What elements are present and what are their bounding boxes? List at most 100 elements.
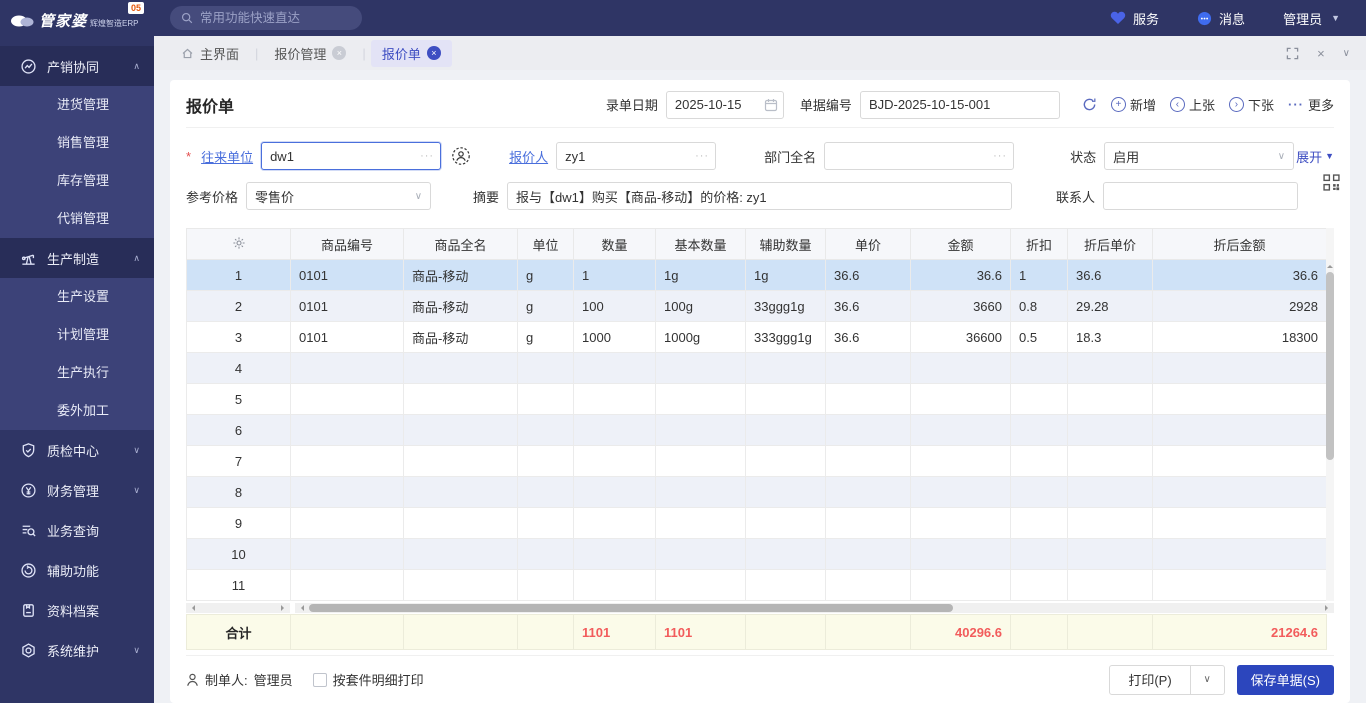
sidebar-item-1[interactable]: 生产制造∧ xyxy=(0,238,154,278)
cell-qty[interactable]: 1000 xyxy=(574,322,656,353)
cell-disc_price[interactable] xyxy=(1068,415,1153,446)
cell-discount[interactable] xyxy=(1011,415,1068,446)
column-header[interactable]: 基本数量 xyxy=(656,229,746,260)
cell-unit[interactable]: g xyxy=(518,260,574,291)
cell-discount[interactable] xyxy=(1011,570,1068,601)
contact-input[interactable] xyxy=(1103,182,1298,210)
cell-disc_price[interactable]: 36.6 xyxy=(1068,260,1153,291)
row-number-cell[interactable]: 3 xyxy=(187,322,291,353)
sidebar-subitem[interactable]: 委外加工 xyxy=(0,392,154,430)
expand-form-link[interactable]: 展开 ▼ xyxy=(1296,147,1334,166)
row-number-cell[interactable]: 4 xyxy=(187,353,291,384)
cell-base_qty[interactable] xyxy=(656,446,746,477)
new-record-button[interactable]: + 新增 xyxy=(1111,95,1156,114)
fullscreen-icon[interactable] xyxy=(1286,47,1299,60)
cell-disc_price[interactable] xyxy=(1068,539,1153,570)
cell-code[interactable] xyxy=(291,539,404,570)
sidebar-subitem[interactable]: 生产设置 xyxy=(0,278,154,316)
row-number-cell[interactable]: 9 xyxy=(187,508,291,539)
cell-code[interactable]: 0101 xyxy=(291,260,404,291)
cell-discount[interactable] xyxy=(1011,446,1068,477)
column-header[interactable]: 折扣 xyxy=(1011,229,1068,260)
column-settings-icon[interactable] xyxy=(187,229,291,260)
cell-disc_amount[interactable]: 36.6 xyxy=(1153,260,1327,291)
cell-amount[interactable] xyxy=(911,446,1011,477)
tab-close-icon[interactable]: × xyxy=(427,46,441,60)
cell-disc_price[interactable] xyxy=(1068,508,1153,539)
cell-name[interactable] xyxy=(404,415,518,446)
vertical-scrollbar[interactable] xyxy=(1326,228,1334,601)
cell-price[interactable] xyxy=(826,477,911,508)
cell-price[interactable]: 36.6 xyxy=(826,260,911,291)
cell-base_qty[interactable] xyxy=(656,508,746,539)
cell-discount[interactable]: 0.8 xyxy=(1011,291,1068,322)
sidebar-item-2[interactable]: 质检中心∨ xyxy=(0,430,154,470)
sidebar-item-3[interactable]: 财务管理∨ xyxy=(0,470,154,510)
partner-contact-icon[interactable] xyxy=(451,146,471,166)
sidebar-item-5[interactable]: 辅助功能 xyxy=(0,550,154,590)
cell-qty[interactable] xyxy=(574,539,656,570)
kit-print-checkbox[interactable] xyxy=(313,673,327,687)
cell-qty[interactable] xyxy=(574,384,656,415)
cell-aux_qty[interactable] xyxy=(746,353,826,384)
cell-amount[interactable] xyxy=(911,477,1011,508)
column-header[interactable]: 折后金额 xyxy=(1153,229,1327,260)
column-header[interactable]: 折后单价 xyxy=(1068,229,1153,260)
table-row[interactable]: 20101商品-移动g100100g33ggg1g36.636600.829.2… xyxy=(187,291,1327,322)
cell-disc_amount[interactable] xyxy=(1153,570,1327,601)
cell-amount[interactable] xyxy=(911,415,1011,446)
cell-qty[interactable]: 1 xyxy=(574,260,656,291)
cell-unit[interactable] xyxy=(518,477,574,508)
summary-input[interactable] xyxy=(507,182,1012,210)
cell-discount[interactable]: 0.5 xyxy=(1011,322,1068,353)
cell-discount[interactable] xyxy=(1011,539,1068,570)
cell-code[interactable] xyxy=(291,446,404,477)
cell-base_qty[interactable]: 1g xyxy=(656,260,746,291)
cell-discount[interactable] xyxy=(1011,477,1068,508)
cell-disc_price[interactable] xyxy=(1068,570,1153,601)
sidebar-subitem[interactable]: 计划管理 xyxy=(0,316,154,354)
cell-amount[interactable] xyxy=(911,384,1011,415)
quick-search[interactable] xyxy=(170,6,362,30)
row-number-cell[interactable]: 2 xyxy=(187,291,291,322)
cell-qty[interactable]: 100 xyxy=(574,291,656,322)
quoter-label[interactable]: 报价人 xyxy=(509,147,548,166)
cell-price[interactable] xyxy=(826,539,911,570)
table-row[interactable]: 30101商品-移动g10001000g333ggg1g36.6366000.5… xyxy=(187,322,1327,353)
print-dropdown-button[interactable]: ∨ xyxy=(1191,665,1225,695)
cell-amount[interactable]: 36600 xyxy=(911,322,1011,353)
column-header[interactable]: 单价 xyxy=(826,229,911,260)
cell-disc_price[interactable]: 18.3 xyxy=(1068,322,1153,353)
cell-qty[interactable] xyxy=(574,353,656,384)
price-ref-select[interactable]: 零售价 ∨ xyxy=(246,182,431,210)
tab-1[interactable]: 报价管理× xyxy=(263,40,357,67)
cell-code[interactable] xyxy=(291,353,404,384)
table-row[interactable]: 9 xyxy=(187,508,1327,539)
table-row[interactable]: 5 xyxy=(187,384,1327,415)
cell-aux_qty[interactable] xyxy=(746,477,826,508)
cell-price[interactable] xyxy=(826,570,911,601)
row-number-cell[interactable]: 5 xyxy=(187,384,291,415)
cell-price[interactable] xyxy=(826,508,911,539)
tab-close-icon[interactable]: × xyxy=(332,46,346,60)
cell-price[interactable] xyxy=(826,446,911,477)
cell-disc_amount[interactable]: 18300 xyxy=(1153,322,1327,353)
frozen-pane-scrollbar[interactable] xyxy=(186,603,290,613)
cell-discount[interactable] xyxy=(1011,508,1068,539)
table-row[interactable]: 10101商品-移动g11g1g36.636.6136.636.6 xyxy=(187,260,1327,291)
cell-amount[interactable] xyxy=(911,570,1011,601)
user-menu[interactable]: 管理员 ▼ xyxy=(1283,9,1340,28)
cell-amount[interactable] xyxy=(911,539,1011,570)
cell-unit[interactable] xyxy=(518,384,574,415)
cell-code[interactable]: 0101 xyxy=(291,291,404,322)
calendar-icon[interactable] xyxy=(764,98,778,112)
table-row[interactable]: 10 xyxy=(187,539,1327,570)
service-menu[interactable]: 服务 xyxy=(1110,9,1159,28)
cell-price[interactable]: 36.6 xyxy=(826,291,911,322)
cell-disc_price[interactable] xyxy=(1068,384,1153,415)
print-button[interactable]: 打印(P) xyxy=(1109,665,1190,695)
row-number-cell[interactable]: 7 xyxy=(187,446,291,477)
cell-name[interactable] xyxy=(404,384,518,415)
cell-base_qty[interactable] xyxy=(656,415,746,446)
cell-disc_amount[interactable] xyxy=(1153,539,1327,570)
